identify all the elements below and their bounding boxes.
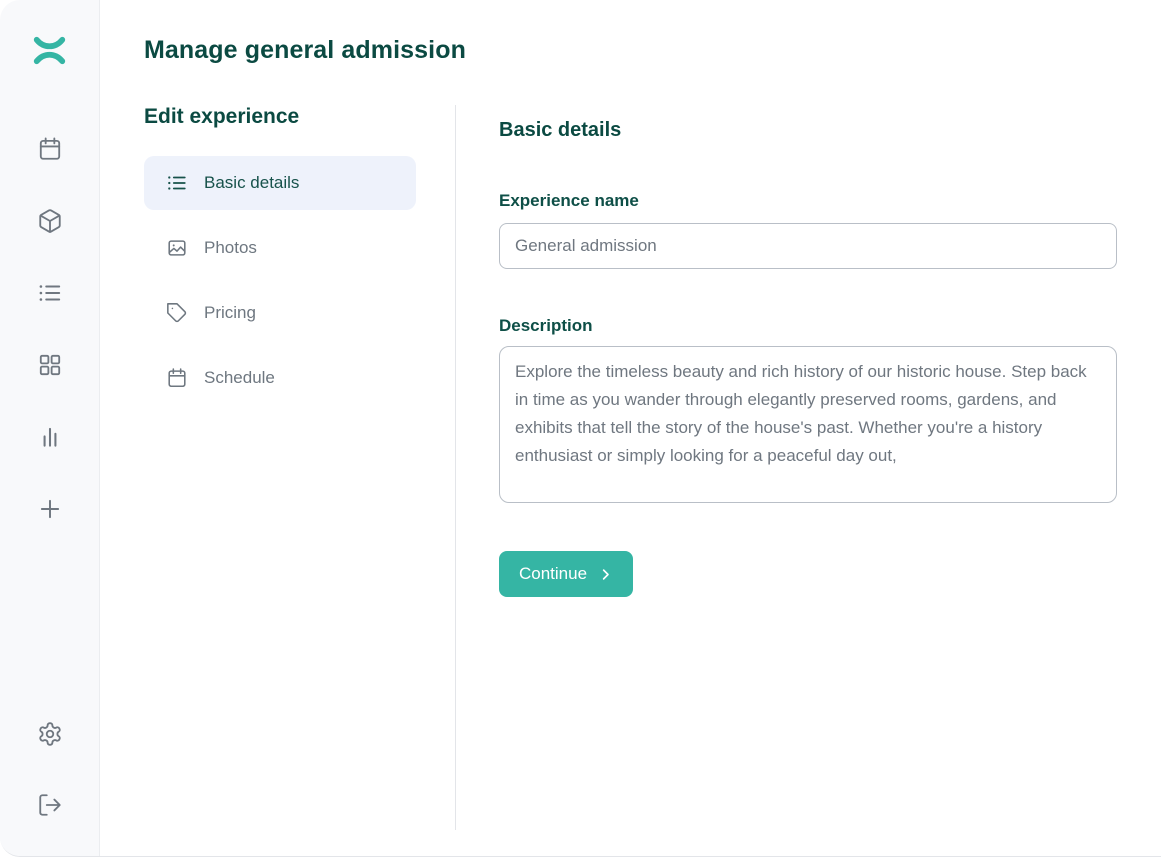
continue-button-label: Continue	[519, 564, 587, 584]
experience-name-label: Experience name	[499, 191, 1117, 211]
subnav-item-label: Schedule	[204, 368, 275, 388]
sidebar-calendar-button[interactable]	[37, 136, 63, 162]
sidebar-add-button[interactable]	[37, 496, 63, 522]
sidebar-analytics-button[interactable]	[37, 424, 63, 450]
description-label: Description	[499, 316, 1117, 336]
subnav-item-label: Photos	[204, 238, 257, 258]
icon-sidebar	[0, 0, 100, 856]
image-icon	[166, 237, 188, 259]
package-icon	[37, 208, 63, 234]
subnav-item-pricing[interactable]: Pricing	[144, 286, 416, 340]
list-icon	[166, 172, 188, 194]
sidebar-list-button[interactable]	[37, 280, 63, 306]
sidebar-footer	[37, 721, 63, 818]
list-icon	[37, 280, 63, 306]
subnav-item-basic-details[interactable]: Basic details	[144, 156, 416, 210]
sidebar-package-button[interactable]	[37, 208, 63, 234]
subnav-item-label: Pricing	[204, 303, 256, 323]
app-window: Manage general admission Edit experience…	[0, 0, 1161, 857]
content-row: Edit experience Basic details Photos	[144, 105, 1117, 830]
subnav-heading: Edit experience	[144, 105, 455, 129]
tag-icon	[166, 302, 188, 324]
description-textarea[interactable]: Explore the timeless beauty and rich his…	[499, 346, 1117, 503]
basic-details-form: Basic details Experience name Descriptio…	[456, 105, 1117, 830]
subnav-item-label: Basic details	[204, 173, 299, 193]
experience-name-input[interactable]	[499, 223, 1117, 269]
continue-button[interactable]: Continue	[499, 551, 633, 597]
sidebar-grid-button[interactable]	[37, 352, 63, 378]
chevron-right-icon	[598, 567, 613, 582]
brand-logo-icon	[31, 34, 68, 72]
sidebar-settings-button[interactable]	[37, 721, 63, 747]
bar-chart-icon	[37, 424, 63, 450]
sidebar-logout-button[interactable]	[37, 792, 63, 818]
grid-icon	[37, 352, 63, 378]
subnav-item-schedule[interactable]: Schedule	[144, 351, 416, 405]
logout-icon	[37, 792, 63, 818]
calendar-icon	[37, 136, 63, 162]
calendar-icon	[166, 367, 188, 389]
gear-icon	[37, 721, 63, 747]
form-heading: Basic details	[499, 119, 1117, 142]
sidebar-nav	[37, 136, 63, 522]
subnav-item-photos[interactable]: Photos	[144, 221, 416, 275]
main-content: Manage general admission Edit experience…	[100, 0, 1161, 856]
page-title: Manage general admission	[144, 36, 1117, 65]
edit-experience-nav: Edit experience Basic details Photos	[144, 105, 456, 830]
plus-icon	[37, 496, 63, 522]
